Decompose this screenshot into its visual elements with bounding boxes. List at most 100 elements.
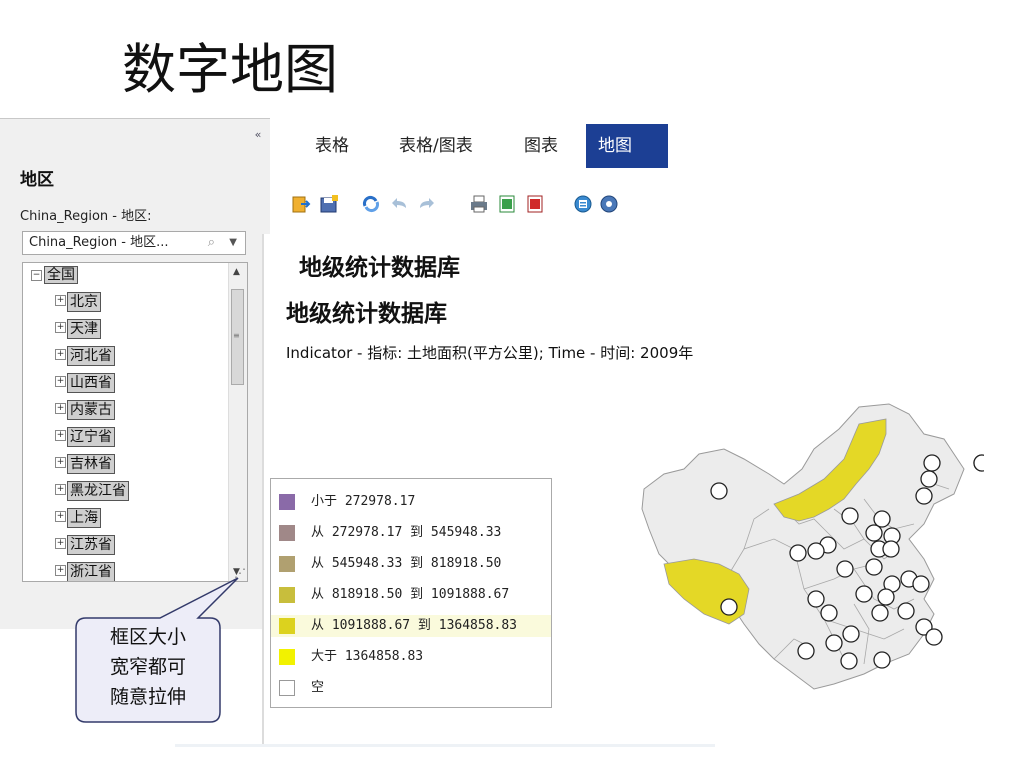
city-marker bbox=[973, 454, 984, 472]
legend-swatch bbox=[279, 494, 295, 510]
tree-item-label[interactable]: 山西省 bbox=[67, 373, 115, 393]
city-marker bbox=[836, 560, 854, 578]
city-marker bbox=[842, 625, 860, 643]
expand-icon[interactable]: + bbox=[55, 322, 66, 333]
legend-label: 从 545948.33 到 818918.50 bbox=[311, 556, 502, 571]
save-icon[interactable] bbox=[318, 193, 340, 215]
pdf-icon[interactable] bbox=[524, 193, 546, 215]
tree-item-label[interactable]: 天津 bbox=[67, 319, 101, 339]
legend-label: 小于 272978.17 bbox=[311, 494, 416, 509]
bottom-divider bbox=[175, 744, 715, 747]
city-marker bbox=[807, 542, 825, 560]
tree-item-label[interactable]: 吉林省 bbox=[67, 454, 115, 474]
resize-handle-icon[interactable]: ⋰ bbox=[234, 566, 246, 580]
scroll-up-icon[interactable]: ▲ bbox=[233, 267, 240, 277]
city-marker bbox=[797, 642, 815, 660]
excel-icon[interactable] bbox=[496, 193, 518, 215]
legend-swatch bbox=[279, 556, 295, 572]
callout-line: 宽窄都可 bbox=[109, 656, 186, 678]
callout-text: 框区大小 宽窄都可 随意拉伸 bbox=[86, 622, 210, 712]
tree-item-label[interactable]: 河北省 bbox=[67, 346, 115, 366]
region-tree[interactable]: − 全国 + 北京 + 天津 + 河北省 + 山西省 + 内蒙古 + 辽宁省 + 吉林省 + 黑龙江省 + 上海 + 江… bbox=[22, 262, 248, 582]
expand-icon[interactable]: + bbox=[55, 511, 66, 522]
tree-item-label[interactable]: 浙江省 bbox=[67, 562, 115, 581]
city-marker bbox=[915, 487, 933, 505]
expand-icon[interactable]: + bbox=[55, 376, 66, 387]
city-marker bbox=[873, 510, 891, 528]
city-marker bbox=[912, 575, 930, 593]
redo-icon[interactable] bbox=[416, 193, 438, 215]
region-field-label: China_Region - 地区: bbox=[20, 209, 152, 224]
export-icon[interactable] bbox=[290, 193, 312, 215]
undo-icon[interactable] bbox=[388, 193, 410, 215]
expand-icon[interactable]: + bbox=[55, 349, 66, 360]
tab-table-chart[interactable]: 表格/图表 bbox=[387, 124, 485, 168]
legend-swatch bbox=[279, 649, 295, 665]
region-select-value: China_Region - 地区... bbox=[29, 235, 169, 250]
city-marker bbox=[789, 544, 807, 562]
tree-item-label[interactable]: 江苏省 bbox=[67, 535, 115, 555]
tree-root-label[interactable]: 全国 bbox=[44, 266, 78, 284]
legend-label: 大于 1364858.83 bbox=[311, 649, 424, 664]
city-marker bbox=[825, 634, 843, 652]
expand-icon[interactable]: + bbox=[55, 484, 66, 495]
legend-label: 空 bbox=[311, 680, 325, 695]
city-marker bbox=[865, 558, 883, 576]
print-icon[interactable] bbox=[468, 193, 490, 215]
city-marker bbox=[897, 602, 915, 620]
expand-icon[interactable]: + bbox=[55, 565, 66, 576]
search-icon[interactable]: ⌕ bbox=[208, 232, 215, 254]
info-icon[interactable] bbox=[572, 193, 594, 215]
city-marker bbox=[855, 585, 873, 603]
region-select[interactable]: China_Region - 地区... ⌕ ▼ bbox=[22, 231, 246, 255]
city-marker bbox=[710, 482, 728, 500]
expand-icon[interactable]: + bbox=[55, 538, 66, 549]
legend-swatch bbox=[279, 680, 295, 696]
report-area: 地级统计数据库 地级统计数据库 Indicator - 指标: 土地面积(平方公… bbox=[262, 234, 1024, 746]
tree-item-label[interactable]: 上海 bbox=[67, 508, 101, 528]
legend-item: 从 545948.33 到 818918.50 bbox=[271, 553, 551, 575]
callout-line: 框区大小 bbox=[109, 626, 186, 648]
report-title: 地级统计数据库 bbox=[299, 255, 460, 281]
settings-icon[interactable] bbox=[598, 193, 620, 215]
city-marker bbox=[841, 507, 859, 525]
legend-label: 从 1091888.67 到 1364858.83 bbox=[311, 618, 518, 633]
city-marker bbox=[820, 604, 838, 622]
legend-swatch bbox=[279, 587, 295, 603]
legend-swatch bbox=[279, 618, 295, 634]
city-marker bbox=[920, 470, 938, 488]
legend-label: 从 272978.17 到 545948.33 bbox=[311, 525, 502, 540]
city-marker bbox=[840, 652, 858, 670]
slide-title: 数字地图 bbox=[122, 38, 338, 101]
legend-item: 从 1091888.67 到 1364858.83 bbox=[271, 615, 551, 637]
tree-item-label[interactable]: 黑龙江省 bbox=[67, 481, 129, 501]
region-panel: « 地区 China_Region - 地区: China_Region - 地… bbox=[0, 118, 270, 629]
legend-item: 空 bbox=[271, 677, 551, 699]
tree-item-label[interactable]: 北京 bbox=[67, 292, 101, 312]
china-map[interactable] bbox=[624, 399, 984, 709]
tab-table[interactable]: 表格 bbox=[303, 124, 361, 168]
chevron-down-icon[interactable]: ▼ bbox=[229, 232, 237, 254]
city-marker bbox=[871, 604, 889, 622]
city-marker bbox=[925, 628, 943, 646]
city-marker bbox=[873, 651, 891, 669]
expand-icon[interactable]: + bbox=[55, 430, 66, 441]
tab-map[interactable]: 地图 bbox=[586, 124, 668, 168]
legend-item: 大于 1364858.83 bbox=[271, 646, 551, 668]
collapse-panel-button[interactable]: « bbox=[250, 127, 266, 143]
refresh-icon[interactable] bbox=[360, 193, 382, 215]
expand-icon[interactable]: + bbox=[55, 403, 66, 414]
legend-item: 小于 272978.17 bbox=[271, 491, 551, 513]
expand-icon[interactable]: + bbox=[55, 457, 66, 468]
tree-root[interactable]: − 全国 bbox=[31, 265, 78, 285]
tree-scrollbar[interactable]: ▲ ≡ ▼ bbox=[228, 263, 247, 581]
tab-chart[interactable]: 图表 bbox=[512, 124, 570, 168]
collapse-icon[interactable]: − bbox=[31, 270, 42, 281]
tree-item-label[interactable]: 内蒙古 bbox=[67, 400, 115, 420]
tree-item-label[interactable]: 辽宁省 bbox=[67, 427, 115, 447]
expand-icon[interactable]: + bbox=[55, 295, 66, 306]
legend-swatch bbox=[279, 525, 295, 541]
city-marker bbox=[877, 588, 895, 606]
legend-item: 从 818918.50 到 1091888.67 bbox=[271, 584, 551, 606]
report-subtitle: 地级统计数据库 bbox=[286, 301, 447, 327]
